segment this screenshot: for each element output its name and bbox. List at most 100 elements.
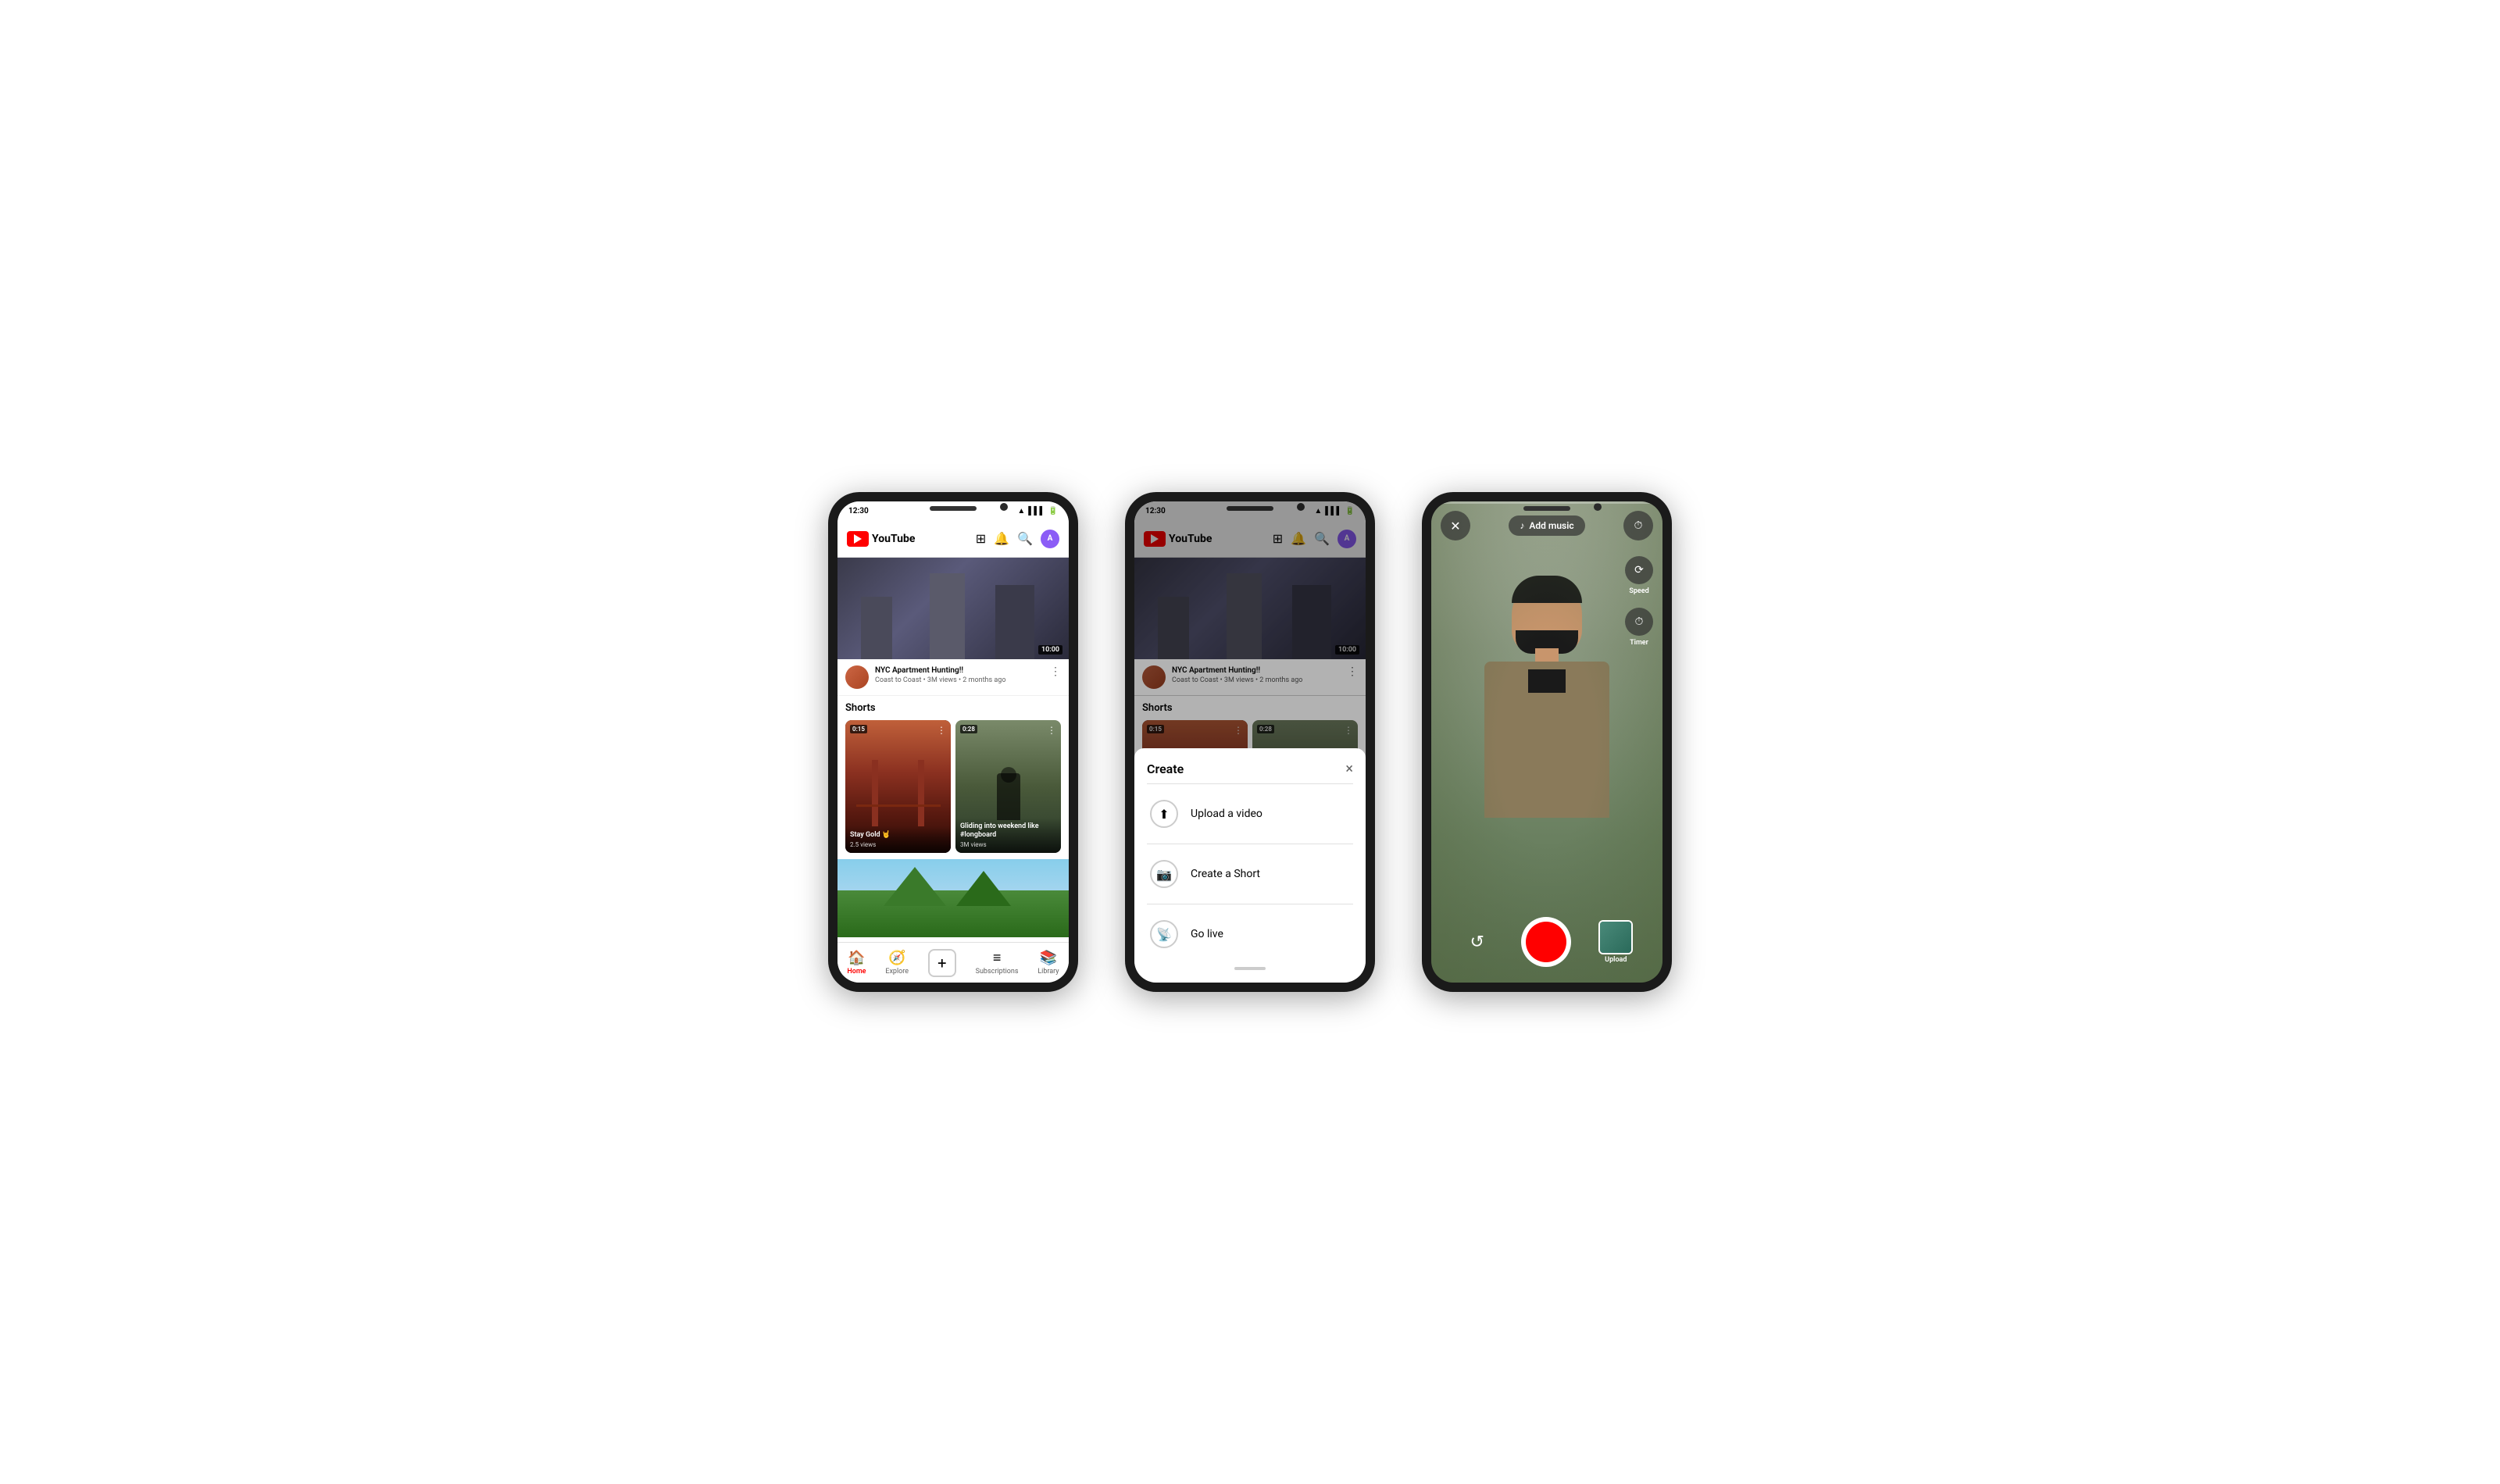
close-camera-button[interactable]: ✕ (1441, 511, 1470, 540)
mountain-peak-2 (956, 871, 1011, 906)
bridge-tower-1-right (918, 760, 924, 826)
upload-thumbnail (1598, 920, 1633, 954)
nav-library[interactable]: 📚 Library (1038, 950, 1059, 976)
building-mid (930, 573, 965, 659)
nav-home[interactable]: 🏠 Home (847, 950, 866, 976)
camera-right-controls: ⟳ Speed ⏱ Timer (1625, 556, 1653, 647)
nav-subscriptions[interactable]: ≡ Subscriptions (976, 950, 1019, 976)
yt-wordmark-1: YouTube (872, 533, 915, 545)
explore-icon: 🧭 (888, 950, 905, 966)
video-meta-1: NYC Apartment Hunting!! Coast to Coast •… (875, 665, 1044, 684)
battery-icon: 🔋 (1048, 507, 1058, 515)
shorts-header-1: Shorts (838, 696, 1069, 717)
flip-icon: ↺ (1470, 933, 1484, 952)
add-music-label: Add music (1529, 520, 1573, 531)
phone-2-screen: 12:30 ▲ ▌▌▌ 🔋 YouTube ⊞ 🔔 🔍 (1134, 501, 1366, 983)
phone-camera-dot (1000, 503, 1008, 511)
short-card-2[interactable]: 0:28 ⋮ Gliding into weekend like #longbo… (955, 720, 1061, 853)
phone-speaker (930, 506, 977, 511)
upload-control[interactable]: Upload (1598, 920, 1633, 964)
short-views-1: 2.5 views (850, 841, 946, 848)
library-icon: 📚 (1040, 950, 1057, 966)
home-label: Home (847, 968, 866, 976)
video-sub-1: Coast to Coast • 3M views • 2 months ago (875, 676, 1044, 684)
bell-icon[interactable]: 🔔 (994, 531, 1009, 546)
bottom-nav-1: 🏠 Home 🧭 Explore + ≡ Subscriptions 📚 Lib… (838, 942, 1069, 983)
upload-label: Upload a video (1191, 808, 1262, 820)
modal-overlay: Create × ⬆ Upload a video 📷 Create a Sho… (1134, 501, 1366, 983)
short-more-1[interactable]: ⋮ (937, 725, 946, 736)
person-head-2 (1001, 767, 1016, 783)
phone-1-screen: 12:30 ▲ ▌▌▌ 🔋 YouTube ⊞ 🔔 🔍 A (838, 501, 1069, 983)
record-button[interactable] (1521, 917, 1571, 967)
nav-icons-1: ⊞ 🔔 🔍 A (976, 530, 1059, 548)
yt-icon-1 (847, 531, 869, 547)
short-card-1[interactable]: 0:15 ⋮ Stay Gold 🤘 2.5 views (845, 720, 951, 853)
timer-control[interactable]: ⏱ Timer (1625, 608, 1653, 647)
modal-close-button[interactable]: × (1345, 761, 1353, 777)
status-icons-1: ▲ ▌▌▌ 🔋 (1017, 507, 1058, 515)
phones-container: 12:30 ▲ ▌▌▌ 🔋 YouTube ⊞ 🔔 🔍 A (828, 492, 1672, 992)
video-info-1: NYC Apartment Hunting!! Coast to Coast •… (838, 659, 1069, 696)
nav-explore[interactable]: 🧭 Explore (885, 950, 909, 976)
speed-control[interactable]: ⟳ Speed (1625, 556, 1653, 595)
bridge-cable-1 (856, 804, 941, 807)
nav-create[interactable]: + (928, 949, 956, 977)
short-overlay-1: Stay Gold 🤘 2.5 views (845, 826, 951, 853)
modal-handle (1234, 967, 1266, 970)
search-icon-1[interactable]: 🔍 (1017, 531, 1033, 546)
music-note-icon: ♪ (1520, 520, 1524, 531)
modal-header: Create × (1147, 761, 1353, 777)
live-icon: 📡 (1150, 920, 1178, 948)
upload-thumb-bg (1600, 922, 1631, 953)
cast-icon[interactable]: ⊞ (976, 531, 986, 546)
video-thumb-bg-1 (838, 558, 1069, 659)
channel-avatar-1 (845, 665, 869, 689)
phone-2: 12:30 ▲ ▌▌▌ 🔋 YouTube ⊞ 🔔 🔍 (1125, 492, 1375, 992)
video-thumb-1[interactable]: 10:00 (838, 558, 1069, 659)
modal-item-upload[interactable]: ⬆ Upload a video (1147, 787, 1353, 840)
short-title-2: Gliding into weekend like #longboard (960, 822, 1056, 840)
go-live-label: Go live (1191, 928, 1223, 940)
add-music-button[interactable]: ♪ Add music (1509, 515, 1584, 536)
upload-icon: ⬆ (1150, 800, 1178, 828)
speed-icon: ⟳ (1625, 556, 1653, 584)
timer-icon: ⏱ (1625, 608, 1653, 636)
video-duration-1: 10:00 (1038, 645, 1062, 655)
timer-label: Timer (1630, 639, 1648, 647)
landscape-preview-1[interactable] (838, 859, 1069, 937)
signal-icon: ▌▌▌ (1028, 507, 1045, 515)
short-views-2: 3M views (960, 841, 1056, 848)
modal-item-live[interactable]: 📡 Go live (1147, 908, 1353, 961)
short-more-2[interactable]: ⋮ (1047, 725, 1056, 736)
subscriptions-icon: ≡ (993, 950, 1002, 966)
flip-camera-button[interactable]: ↺ (1461, 926, 1494, 958)
camera-view: ✕ ♪ Add music ⏱ ⟳ Speed (1431, 501, 1662, 983)
status-time-1: 12:30 (848, 507, 869, 515)
library-label: Library (1038, 968, 1059, 976)
short-icon: 📷 (1150, 860, 1178, 888)
camera-top-bar: ✕ ♪ Add music ⏱ (1431, 501, 1662, 547)
subscriptions-label: Subscriptions (976, 968, 1019, 976)
youtube-logo-1: YouTube (847, 531, 915, 547)
wifi-icon: ▲ (1017, 507, 1025, 515)
more-icon-1[interactable]: ⋮ (1050, 665, 1061, 678)
modal-divider-1 (1147, 783, 1353, 784)
modal-item-short[interactable]: 📷 Create a Short (1147, 847, 1353, 901)
video-title-1: NYC Apartment Hunting!! (875, 665, 1044, 676)
upload-label: Upload (1605, 956, 1627, 964)
home-icon: 🏠 (848, 950, 865, 966)
speed-button[interactable]: ⏱ (1623, 511, 1653, 540)
shorts-row-1: 0:15 ⋮ Stay Gold 🤘 2.5 views (838, 717, 1069, 859)
short-overlay-2: Gliding into weekend like #longboard 3M … (955, 818, 1061, 853)
create-button-1[interactable]: + (928, 949, 956, 977)
speed-label: Speed (1629, 587, 1648, 595)
record-btn-inner (1526, 922, 1566, 962)
short-duration-2: 0:28 (960, 725, 977, 733)
bridge-tower-1-left (872, 760, 878, 826)
camera-bottom-bar: ↺ Upload (1431, 917, 1662, 967)
avatar-1[interactable]: A (1041, 530, 1059, 548)
short-duration-1: 0:15 (850, 725, 867, 733)
status-bar-1: 12:30 ▲ ▌▌▌ 🔋 (838, 501, 1069, 520)
phone-1-content: 10:00 NYC Apartment Hunting!! Coast to C… (838, 558, 1069, 942)
